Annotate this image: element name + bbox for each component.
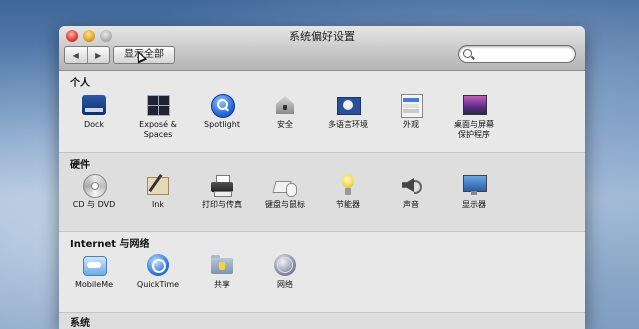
quicktime-icon xyxy=(146,253,170,277)
search-input[interactable] xyxy=(475,46,569,62)
security-icon xyxy=(273,93,297,117)
pane-security[interactable]: 安全 xyxy=(255,93,315,130)
section-personal: 个人 Dock Exposé & Spaces Spotlight 安全 多语言… xyxy=(59,71,585,153)
cd-dvd-icon xyxy=(82,173,107,198)
pane-label: QuickTime xyxy=(136,280,180,289)
pane-international[interactable]: 多语言环境 xyxy=(318,93,378,130)
sound-icon xyxy=(399,173,423,197)
pane-label: 安全 xyxy=(277,120,293,129)
pane-label: 显示器 xyxy=(462,200,486,209)
desktop-screensaver-icon xyxy=(462,93,487,117)
pane-network[interactable]: 网络 xyxy=(255,253,315,290)
appearance-icon xyxy=(399,93,423,118)
network-icon xyxy=(273,253,297,277)
pane-sound[interactable]: 声音 xyxy=(381,173,441,210)
keyboard-mouse-icon xyxy=(272,173,297,197)
pane-print-fax[interactable]: 打印与传真 xyxy=(192,173,252,210)
pane-keyboard-mouse[interactable]: 键盘与鼠标 xyxy=(255,173,315,210)
pane-label: CD 与 DVD xyxy=(72,200,116,209)
expose-spaces-icon xyxy=(146,93,170,117)
pane-mobileme[interactable]: MobileMe xyxy=(64,253,124,290)
pane-spotlight[interactable]: Spotlight xyxy=(192,93,252,130)
back-button[interactable]: ◀ xyxy=(65,47,87,63)
pane-label: 桌面与屏幕保护程序 xyxy=(454,120,494,139)
pane-desktop-screensaver[interactable]: 桌面与屏幕保护程序 xyxy=(444,93,504,140)
displays-icon xyxy=(462,173,487,197)
pane-sharing[interactable]: 共享 xyxy=(192,253,252,290)
sharing-icon xyxy=(210,253,234,277)
pane-label: MobileMe xyxy=(74,280,114,289)
section-title: 个人 xyxy=(70,78,90,89)
forward-button[interactable]: ▶ xyxy=(86,47,110,63)
ink-icon xyxy=(146,173,170,197)
section-internet-network: Internet 与网络 MobileMe QuickTime 共享 网络 xyxy=(59,232,585,312)
mobileme-icon xyxy=(82,253,107,277)
spotlight-icon xyxy=(210,93,235,118)
pane-label: Spotlight xyxy=(204,120,240,129)
section-system: 系统 xyxy=(59,313,585,329)
toolbar: 系统偏好设置 ◀ ▶ 显示全部 xyxy=(59,26,585,71)
pane-appearance[interactable]: 外观 xyxy=(381,93,441,130)
pane-quicktime[interactable]: QuickTime xyxy=(128,253,188,290)
dock-icon xyxy=(82,93,106,117)
pane-displays[interactable]: 显示器 xyxy=(444,173,504,210)
pane-label: 多语言环境 xyxy=(328,120,368,129)
section-title: 硬件 xyxy=(70,160,90,171)
window-title: 系统偏好设置 xyxy=(289,30,355,43)
pane-energy-saver[interactable]: 节能器 xyxy=(318,173,378,210)
search-field[interactable] xyxy=(458,45,576,63)
section-title: 系统 xyxy=(70,318,90,329)
nav-segmented-control: ◀ ▶ xyxy=(64,46,110,64)
section-title: Internet 与网络 xyxy=(70,239,150,250)
pane-label: Exposé & Spaces xyxy=(139,120,177,139)
search-icon xyxy=(463,49,472,58)
pane-label: 网络 xyxy=(277,280,293,289)
pane-label: 共享 xyxy=(214,280,230,289)
pane-label: 打印与传真 xyxy=(202,200,242,209)
energy-saver-icon xyxy=(336,173,360,197)
print-fax-icon xyxy=(210,173,234,197)
system-preferences-window: 系统偏好设置 ◀ ▶ 显示全部 个人 Dock Exposé & Spaces xyxy=(59,26,585,329)
pane-dock[interactable]: Dock xyxy=(64,93,124,130)
pane-label: 外观 xyxy=(403,120,419,129)
pane-label: 键盘与鼠标 xyxy=(265,200,305,209)
pane-expose-spaces[interactable]: Exposé & Spaces xyxy=(128,93,188,140)
pane-label: Dock xyxy=(83,120,105,129)
pane-label: 节能器 xyxy=(336,200,360,209)
pane-label: 声音 xyxy=(403,200,419,209)
pane-label: Ink xyxy=(151,200,165,209)
international-icon xyxy=(336,93,361,117)
section-hardware: 硬件 CD 与 DVD Ink 打印与传真 键盘与鼠标 节能器 声音 显示器 xyxy=(59,153,585,231)
pane-ink[interactable]: Ink xyxy=(128,173,188,210)
pane-cd-dvd[interactable]: CD 与 DVD xyxy=(64,173,124,210)
